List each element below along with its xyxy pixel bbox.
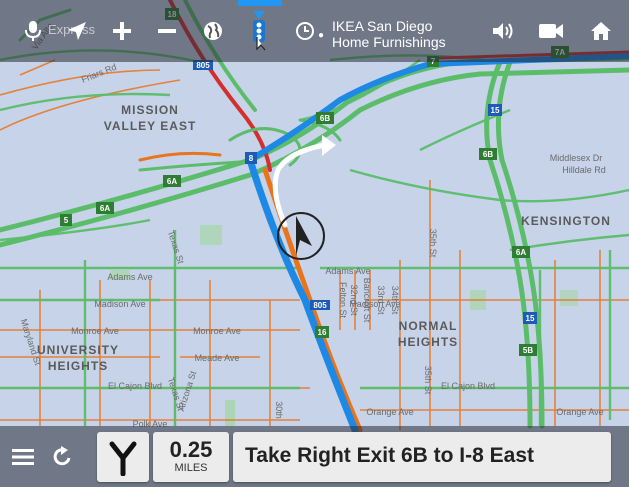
menu-icon[interactable]: [6, 440, 40, 474]
svg-text:15: 15: [491, 106, 500, 115]
top-toolbar: Express ● IKEA San Diego Home Furnishing…: [0, 0, 629, 62]
street-label: 32nd St: [349, 284, 359, 316]
svg-text:6A: 6A: [167, 177, 177, 186]
street-label: El Cajon Blvd: [108, 381, 162, 391]
area-label: HEIGHTS: [48, 359, 108, 373]
maneuver-panel: [97, 432, 149, 482]
street-label: 35th St: [423, 366, 433, 395]
street-label: Felton St: [338, 282, 348, 319]
traffic-icon[interactable]: [242, 11, 276, 51]
street-label: 33rd St: [376, 285, 386, 315]
street-label: Hilldale Rd: [562, 165, 606, 175]
street-label: Adams Ave: [107, 272, 152, 282]
instruction-text: Take Right Exit 6B to I-8 East: [245, 444, 535, 467]
location-pin-icon: ●: [318, 30, 325, 41]
distance-unit: MILES: [174, 462, 208, 474]
svg-text:805: 805: [313, 301, 327, 310]
area-label: VALLEY EAST: [104, 119, 197, 133]
destination-subtitle: Home Furnishings: [332, 34, 446, 50]
street-label: 30th: [274, 401, 284, 419]
refresh-icon[interactable]: [46, 440, 80, 474]
globe-icon[interactable]: [196, 14, 230, 48]
street-label: Monroe Ave: [193, 326, 241, 336]
svg-text:8: 8: [249, 154, 254, 163]
street-label: 34th St: [390, 286, 400, 315]
home-icon[interactable]: [584, 14, 618, 48]
distance-panel: 0.25 MILES: [153, 432, 229, 482]
area-label: HEIGHTS: [398, 335, 458, 349]
svg-text:6A: 6A: [516, 248, 526, 257]
street-label: 35th St: [428, 229, 438, 258]
zoom-in-icon[interactable]: [105, 14, 139, 48]
destination[interactable]: IKEA San Diego Home Furnishings: [332, 18, 446, 50]
map-canvas[interactable]: 18 805 6B 8 6A 6A 5 805 16 7 15 6B 6A 15…: [0, 0, 629, 487]
active-tab-indicator: [238, 0, 282, 6]
street-label: Meade Ave: [195, 353, 240, 363]
street-label: Madison Ave: [94, 299, 145, 309]
navigation-arrow-icon[interactable]: [60, 14, 94, 48]
street-label: Orange Ave: [556, 407, 603, 417]
svg-text:6B: 6B: [483, 150, 493, 159]
street-label: Bancroft St: [362, 278, 372, 323]
street-label: Monroe Ave: [71, 326, 119, 336]
area-label: NORMAL: [399, 319, 458, 333]
svg-text:6B: 6B: [320, 114, 330, 123]
svg-text:5B: 5B: [523, 346, 533, 355]
svg-text:15: 15: [526, 314, 535, 323]
area-label: MISSION: [121, 103, 179, 117]
microphone-icon[interactable]: [16, 14, 50, 48]
svg-text:6A: 6A: [100, 204, 110, 213]
street-label: El Cajon Blvd: [441, 381, 495, 391]
area-label: UNIVERSITY: [37, 343, 119, 357]
area-label: KENSINGTON: [521, 214, 611, 228]
svg-text:16: 16: [318, 328, 327, 337]
street-label: Orange Ave: [366, 407, 413, 417]
svg-text:805: 805: [196, 61, 210, 70]
zoom-out-icon[interactable]: [150, 14, 184, 48]
clock-icon[interactable]: [288, 14, 322, 48]
instruction-panel: Take Right Exit 6B to I-8 East: [233, 432, 611, 482]
camera-icon[interactable]: [534, 14, 568, 48]
volume-icon[interactable]: [486, 14, 520, 48]
destination-name: IKEA San Diego: [332, 18, 433, 34]
street-label: Middlesex Dr: [550, 153, 603, 163]
distance-value: 0.25: [169, 437, 213, 462]
turn-right-fork-icon: [109, 441, 137, 476]
svg-text:5: 5: [64, 216, 69, 225]
street-label: Adams Ave: [325, 266, 370, 276]
